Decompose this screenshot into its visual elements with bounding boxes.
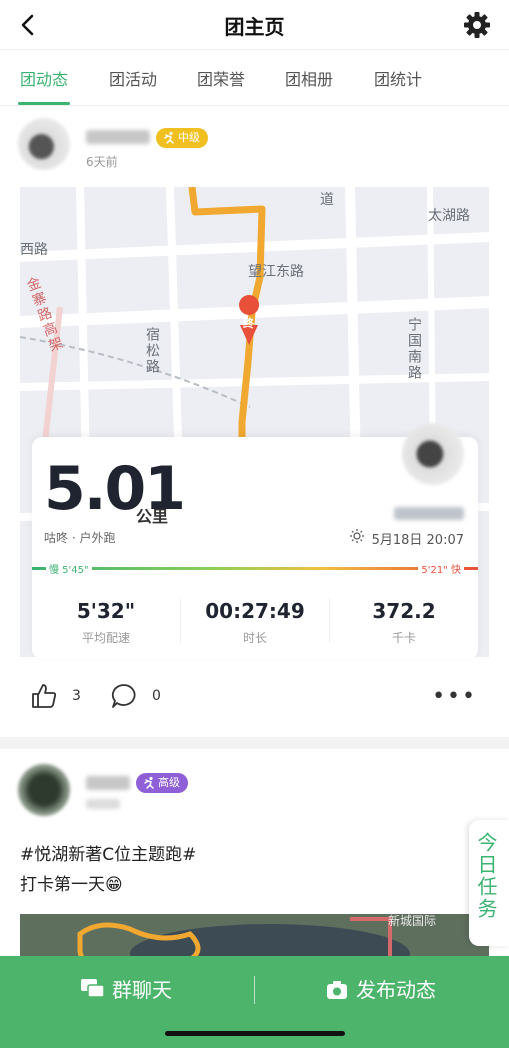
map-label: 西路: [20, 242, 48, 258]
username-blurred[interactable]: [86, 776, 130, 790]
tab-team-album[interactable]: 团相册: [285, 66, 333, 90]
pace-fast-label: 5'21" 快: [418, 561, 464, 576]
run-route: [188, 187, 321, 476]
runner-icon: [144, 776, 154, 789]
runner-avatar: [402, 423, 464, 485]
tab-team-activities[interactable]: 团活动: [109, 66, 157, 90]
distance-unit: 公里: [136, 507, 169, 526]
avatar[interactable]: [18, 764, 70, 816]
run-summary-card[interactable]: 5.01 公里 咕咚 · 户外跑 5月18日 20:07 慢 5'45" 5'2…: [32, 423, 478, 659]
map-label: 宿松路: [144, 327, 160, 375]
nav-bar: 团主页: [0, 0, 509, 50]
like-count: 3: [72, 688, 81, 704]
runner-name-blurred: [394, 507, 464, 520]
bottom-bar-divider: [254, 976, 255, 1004]
post-separator: [0, 737, 509, 749]
tab-team-feed[interactable]: 团动态: [20, 66, 68, 90]
post-hashtag[interactable]: #悦湖新著C位主题跑#: [20, 840, 196, 865]
pace-gradient-bar: [32, 567, 478, 570]
calories-label: 千卡: [391, 631, 416, 645]
tab-bar: 团动态 团活动 团荣誉 团相册 团统计: [0, 50, 509, 106]
level-badge: 高级: [136, 773, 188, 793]
pace-slow-label: 慢 5'45": [46, 561, 92, 576]
avg-pace-value: 5'32": [76, 599, 136, 623]
finish-marker-label: 终: [243, 317, 254, 330]
run-date: 5月18日 20:07: [371, 533, 464, 548]
tab-team-stats[interactable]: 团统计: [374, 66, 422, 90]
duration-value: 00:27:49: [205, 599, 305, 623]
comment-count: 0: [152, 688, 161, 704]
calories-value: 372.2: [372, 599, 436, 623]
avatar[interactable]: [18, 118, 70, 170]
more-options-icon[interactable]: •••: [432, 684, 477, 709]
chat-bubbles-icon: [81, 979, 105, 998]
active-tab-indicator: [18, 102, 70, 105]
camera-icon: [327, 981, 347, 999]
level-badge: 中级: [156, 128, 208, 148]
sun-icon: [350, 529, 364, 543]
gear-icon[interactable]: [463, 11, 491, 39]
daily-task-tab[interactable]: 今日任务: [469, 820, 509, 946]
username-blurred[interactable]: [86, 130, 150, 144]
map-label: 太湖路: [428, 208, 470, 224]
comment-icon[interactable]: [110, 682, 138, 710]
thumbs-up-icon[interactable]: [30, 682, 58, 710]
map-label: 宁国南路: [406, 317, 422, 381]
page-title: 团主页: [224, 15, 285, 39]
runner-icon: [164, 131, 174, 144]
post-text: 打卡第一天😁: [20, 875, 123, 895]
post-time-blurred: [86, 799, 120, 809]
run-source: 咕咚 · 户外跑: [44, 531, 116, 545]
map-label: 新城国际: [388, 914, 437, 928]
duration-label: 时长: [242, 631, 267, 645]
post-time: 6天前: [86, 155, 118, 169]
post-actions: 3 0 •••: [0, 680, 509, 716]
avg-pace-label: 平均配速: [81, 631, 130, 645]
map-label: 望江东路: [248, 264, 304, 280]
map-label: 道: [320, 192, 334, 208]
home-indicator[interactable]: [165, 1031, 345, 1036]
tab-team-honors[interactable]: 团荣誉: [197, 66, 245, 90]
